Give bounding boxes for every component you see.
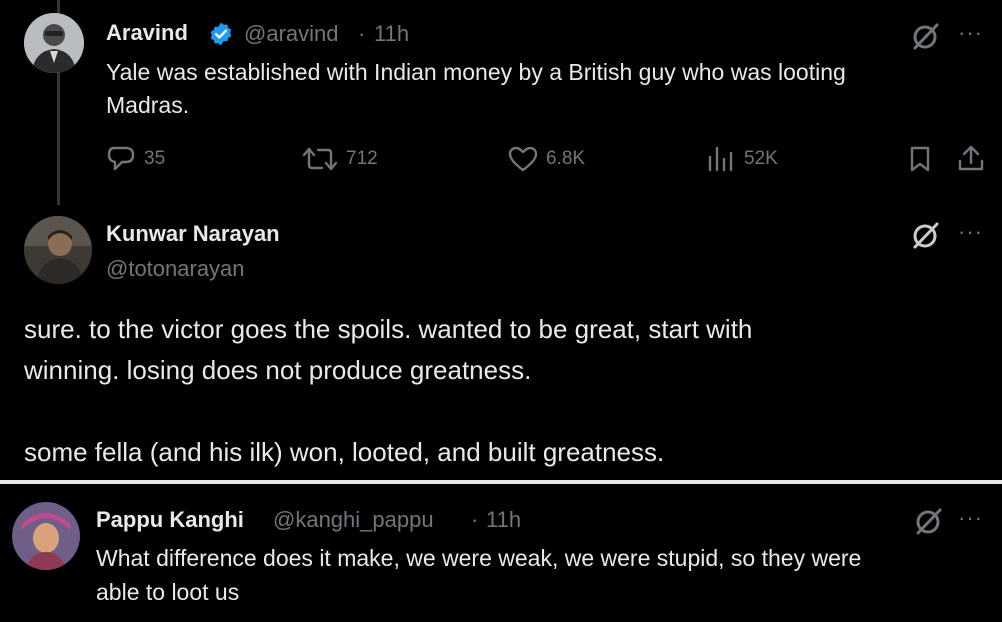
grok-icon[interactable] bbox=[913, 505, 945, 537]
grok-icon[interactable] bbox=[910, 20, 942, 52]
like-count: 6.8K bbox=[546, 148, 586, 169]
retweet-button[interactable]: 712 bbox=[302, 145, 378, 173]
avatar-kunwar-narayan[interactable] bbox=[24, 216, 92, 284]
more-options-icon[interactable]: ··· bbox=[958, 505, 983, 531]
tweet-text-line: Yale was established with Indian money b… bbox=[106, 59, 846, 85]
tweet-text-line: some fella (and his ilk) won, looted, an… bbox=[24, 437, 665, 467]
author-handle[interactable]: @kanghi_pappu bbox=[273, 507, 434, 533]
bookmark-icon[interactable] bbox=[906, 145, 934, 173]
tweet-text-line: winning. losing does not produce greatne… bbox=[24, 355, 532, 385]
more-options-icon[interactable]: ··· bbox=[958, 219, 983, 245]
tweet-time[interactable]: 11h bbox=[486, 507, 521, 533]
tweet-text-line: Madras. bbox=[106, 92, 190, 118]
retweet-icon bbox=[302, 147, 338, 171]
author-handle[interactable]: @aravind bbox=[244, 21, 339, 47]
grok-icon[interactable] bbox=[910, 219, 942, 251]
tweet-text-line: sure. to the victor goes the spoils. wan… bbox=[24, 314, 753, 344]
reply-icon bbox=[107, 146, 135, 171]
avatar-pappu-kanghi[interactable] bbox=[12, 502, 80, 570]
avatar-aravind[interactable] bbox=[24, 13, 84, 73]
tweet-text-line: able to loot us bbox=[96, 579, 240, 605]
retweet-count: 712 bbox=[346, 148, 378, 169]
view-count: 52K bbox=[744, 148, 778, 169]
reply-button[interactable]: 35 bbox=[106, 145, 165, 173]
dot-separator: · bbox=[358, 21, 366, 46]
heart-icon bbox=[508, 146, 538, 172]
section-divider bbox=[0, 480, 1002, 484]
views-button[interactable]: 52K bbox=[706, 145, 778, 173]
views-chart-icon bbox=[708, 146, 733, 172]
author-handle[interactable]: @totonarayan bbox=[106, 256, 245, 282]
reply-count: 35 bbox=[144, 148, 166, 169]
tweet-time[interactable]: 11h bbox=[374, 21, 409, 47]
like-button[interactable]: 6.8K bbox=[508, 145, 585, 173]
share-icon[interactable] bbox=[956, 143, 986, 173]
author-name[interactable]: Pappu Kanghi bbox=[96, 507, 244, 533]
more-options-icon[interactable]: ··· bbox=[958, 20, 983, 46]
dot-separator: · bbox=[471, 507, 479, 532]
tweet-text-line: What difference does it make, we were we… bbox=[96, 545, 862, 571]
author-name[interactable]: Aravind bbox=[106, 20, 188, 46]
author-name[interactable]: Kunwar Narayan bbox=[106, 221, 280, 247]
verified-badge-icon bbox=[208, 21, 234, 47]
